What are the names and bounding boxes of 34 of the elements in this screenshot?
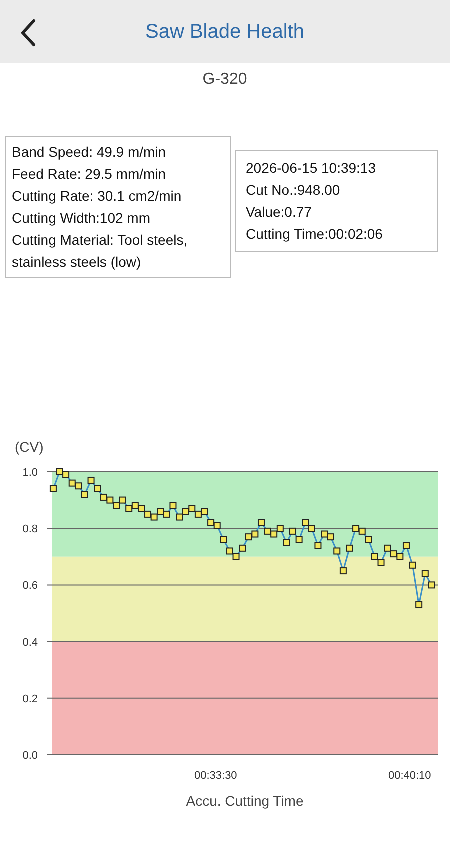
axis-title: Accu. Cutting Time <box>186 793 304 809</box>
data-point <box>220 536 228 544</box>
data-point <box>346 544 354 552</box>
axis-tick-label: 00:40:10 <box>388 770 432 782</box>
selection-text: Cut No.:948.00 <box>246 181 342 200</box>
axis-title: (CV) <box>15 439 44 455</box>
setting-text: Cutting Material: Tool steels, stainless steels (low) <box>12 231 189 272</box>
axis-tick-label: 1.0 <box>22 467 38 479</box>
setting-text: Feed Rate: 29.5 mm/min <box>12 165 168 184</box>
data-point <box>428 582 436 589</box>
data-point <box>402 542 410 550</box>
screen-title: Saw Blade Health <box>146 20 304 44</box>
data-point <box>340 568 347 575</box>
machine-id: G-320 <box>202 70 248 90</box>
axis-tick-label: 00:33:30 <box>194 770 238 782</box>
selection-text: 2026-06-15 10:39:13 <box>246 159 377 178</box>
axis-tick-label: 0.2 <box>22 693 38 706</box>
data-point <box>334 548 341 555</box>
data-point <box>422 570 429 578</box>
axis-tick-label: 0.0 <box>22 750 38 762</box>
data-point <box>314 542 322 550</box>
data-point <box>416 602 423 608</box>
back-icon <box>20 19 36 47</box>
axis-tick-label: 0.4 <box>22 636 38 649</box>
data-point <box>283 539 290 546</box>
selection-text: Value:0.77 <box>246 203 313 222</box>
setting-text: Band Speed: 49.9 m/min <box>12 143 168 162</box>
axis-tick-label: 0.8 <box>22 524 38 536</box>
setting-text: Cutting Rate: 30.1 cm2/min <box>12 187 183 206</box>
setting-text: Cutting Width:102 mm <box>12 209 152 228</box>
data-point <box>50 485 57 492</box>
axis-tick-label: 0.6 <box>22 580 38 592</box>
data-point <box>409 562 416 569</box>
selection-text: Cutting Time:00:02:06 <box>246 225 384 244</box>
